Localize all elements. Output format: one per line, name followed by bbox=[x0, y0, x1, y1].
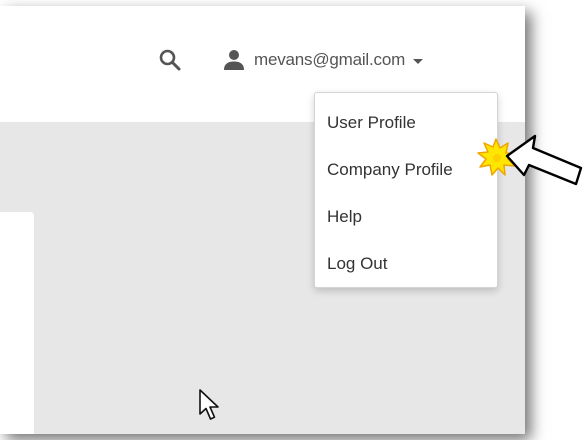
content-card bbox=[0, 212, 34, 434]
user-menu-toggle[interactable]: mevans@gmail.com bbox=[222, 48, 424, 72]
user-icon bbox=[222, 48, 246, 72]
mouse-pointer-icon bbox=[198, 388, 220, 422]
screenshot-frame: mevans@gmail.com User Profile Company Pr… bbox=[0, 0, 583, 440]
app-panel: mevans@gmail.com User Profile Company Pr… bbox=[0, 6, 525, 434]
pointer-arrow-icon bbox=[505, 134, 583, 186]
search-icon[interactable] bbox=[158, 48, 182, 72]
caret-down-icon bbox=[413, 59, 424, 64]
menu-item-help[interactable]: Help bbox=[315, 193, 497, 240]
user-email: mevans@gmail.com bbox=[254, 50, 406, 69]
menu-item-log-out[interactable]: Log Out bbox=[315, 240, 497, 287]
highlight-callout bbox=[462, 126, 583, 198]
